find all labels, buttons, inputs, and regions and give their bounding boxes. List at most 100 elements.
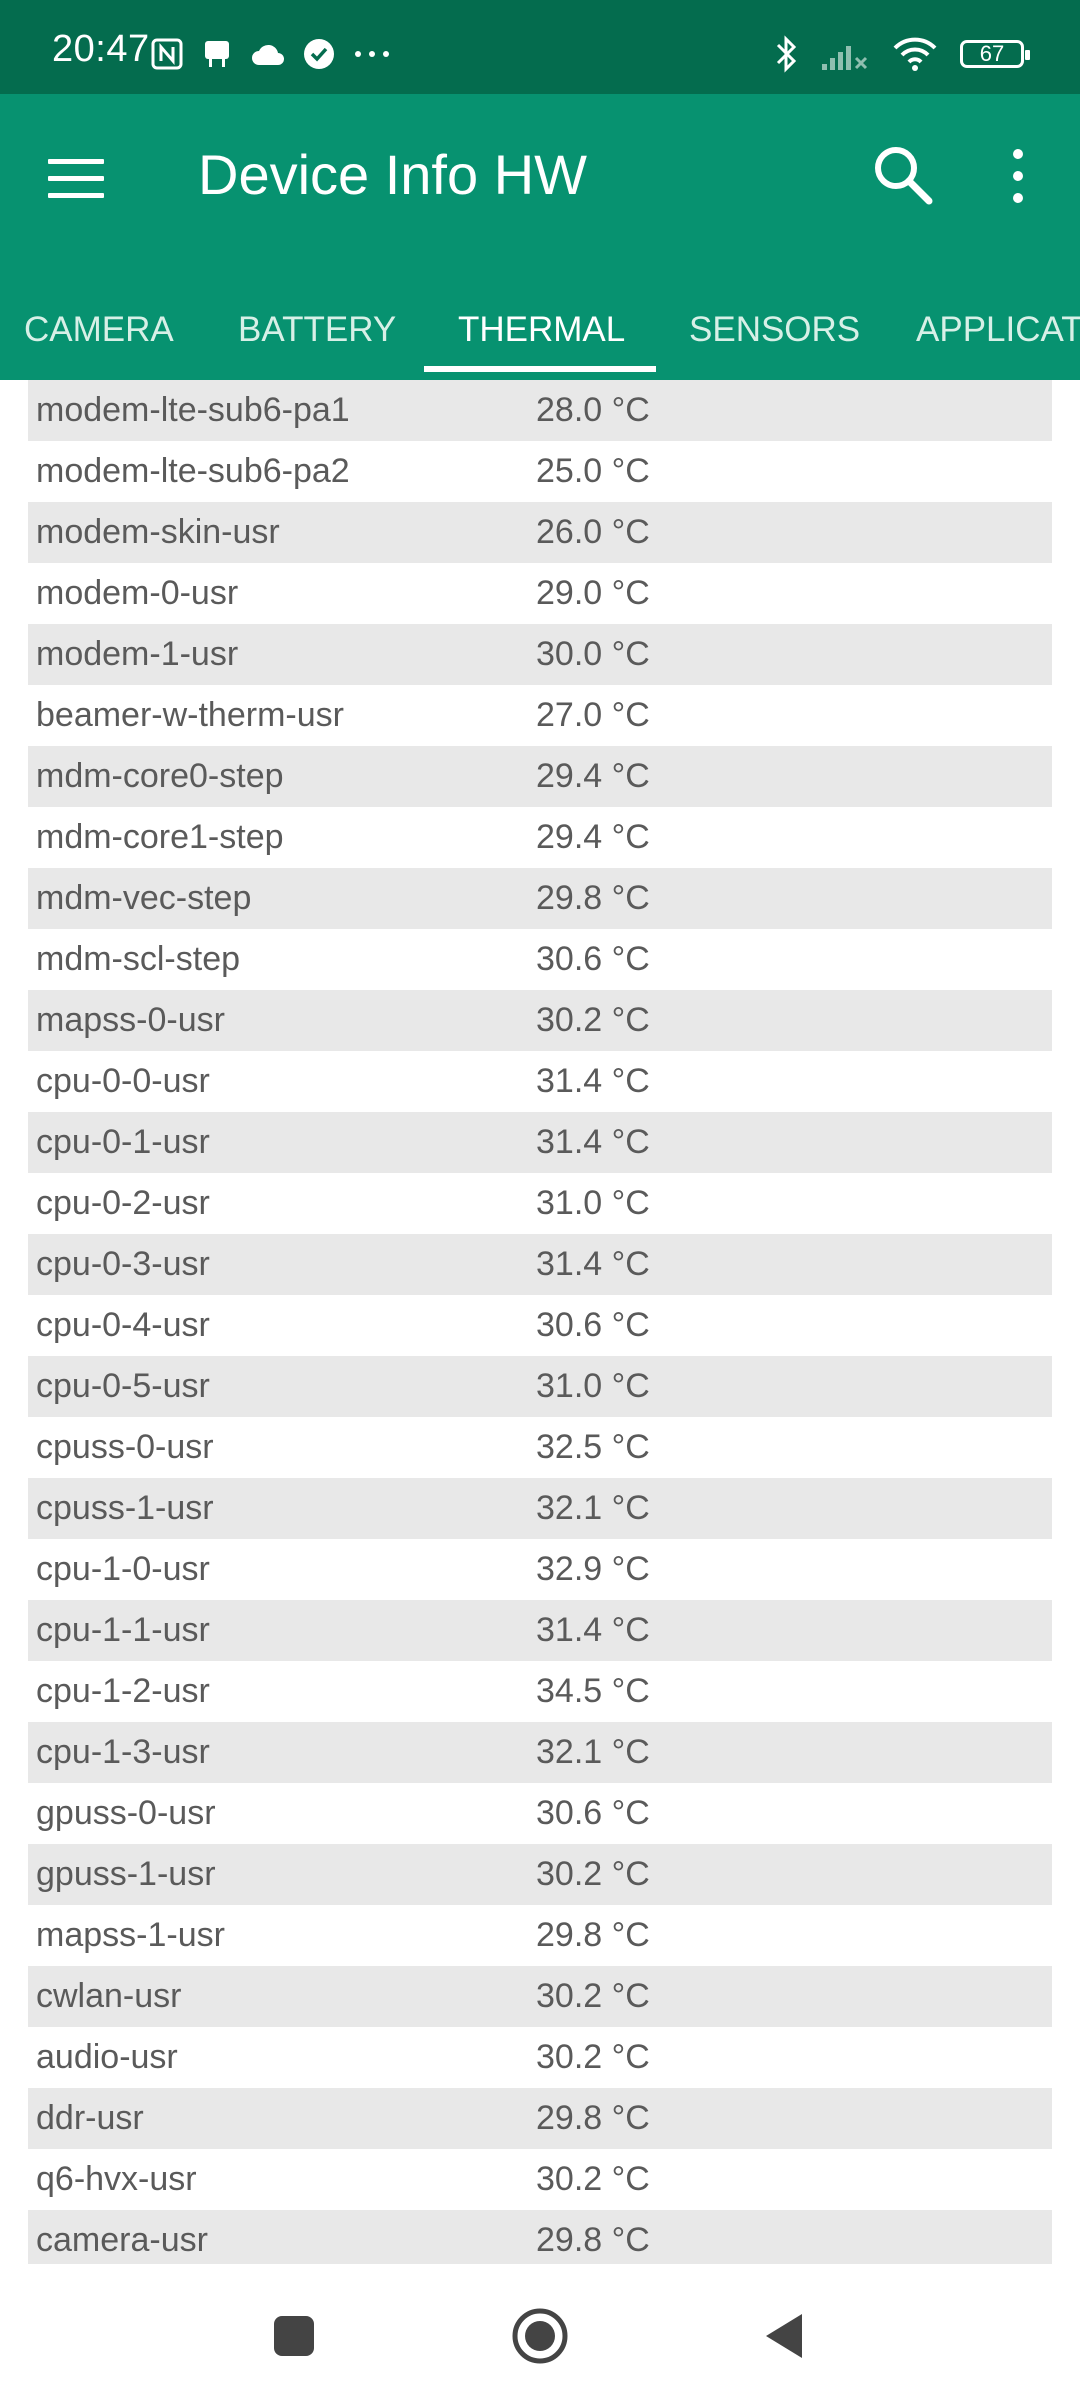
list-item[interactable]: cpu-0-3-usr 31.4 °C <box>28 1234 1052 1295</box>
tab-camera[interactable]: CAMERA <box>24 280 174 380</box>
search-icon[interactable] <box>866 138 938 210</box>
sensor-name: cwlan-usr <box>36 1977 182 2015</box>
list-item[interactable]: cpu-1-1-usr 31.4 °C <box>28 1600 1052 1661</box>
list-item[interactable]: cpu-0-1-usr 31.4 °C <box>28 1112 1052 1173</box>
sensor-temperature: 30.6 °C <box>536 1306 650 1344</box>
list-item[interactable]: cpu-0-5-usr 31.0 °C <box>28 1356 1052 1417</box>
menu-icon-bar <box>48 192 104 198</box>
sensor-name: cpu-1-3-usr <box>36 1733 210 1771</box>
list-item[interactable]: mapss-0-usr 30.2 °C <box>28 990 1052 1051</box>
signal-icon <box>822 46 868 70</box>
list-item[interactable]: mdm-scl-step 30.6 °C <box>28 929 1052 990</box>
list-item[interactable]: mdm-core0-step 29.4 °C <box>28 746 1052 807</box>
tab-applications[interactable]: APPLICAT <box>916 280 1080 380</box>
sensor-temperature: 30.2 °C <box>536 1977 650 2015</box>
sensor-name: cpu-0-3-usr <box>36 1245 210 1283</box>
list-item[interactable]: modem-skin-usr 26.0 °C <box>28 502 1052 563</box>
notification-icon <box>205 41 229 67</box>
sensor-temperature: 32.1 °C <box>536 1733 650 1771</box>
list-item[interactable]: cpu-0-0-usr 31.4 °C <box>28 1051 1052 1112</box>
sensor-temperature: 29.4 °C <box>536 818 650 856</box>
list-item[interactable]: mdm-core1-step 29.4 °C <box>28 807 1052 868</box>
sensor-temperature: 30.2 °C <box>536 2160 650 2198</box>
tab-battery[interactable]: BATTERY <box>238 280 396 380</box>
sensor-temperature: 28.0 °C <box>536 391 650 429</box>
status-notification-icons <box>150 30 408 78</box>
status-system-icons: 67 <box>752 28 1030 80</box>
status-time: 20:47 <box>52 28 150 70</box>
sensor-name: mapss-1-usr <box>36 1916 225 1954</box>
sensor-temperature: 29.8 °C <box>536 2221 650 2259</box>
list-item[interactable]: cpu-0-4-usr 30.6 °C <box>28 1295 1052 1356</box>
sensor-name: gpuss-1-usr <box>36 1855 216 1893</box>
more-dots-icon <box>355 51 389 57</box>
sensor-temperature: 26.0 °C <box>536 513 650 551</box>
list-item[interactable]: gpuss-0-usr 30.6 °C <box>28 1783 1052 1844</box>
list-item[interactable]: cpu-1-2-usr 34.5 °C <box>28 1661 1052 1722</box>
sensor-temperature: 30.2 °C <box>536 1855 650 1893</box>
list-item[interactable]: mdm-vec-step 29.8 °C <box>28 868 1052 929</box>
list-item[interactable]: cpuss-1-usr 32.1 °C <box>28 1478 1052 1539</box>
sensor-name: cpu-0-5-usr <box>36 1367 210 1405</box>
list-item[interactable]: cpu-1-3-usr 32.1 °C <box>28 1722 1052 1783</box>
sensor-name: modem-0-usr <box>36 574 239 612</box>
sensor-name: mdm-scl-step <box>36 940 241 978</box>
sensor-temperature: 31.4 °C <box>536 1245 650 1283</box>
sensor-name: modem-lte-sub6-pa1 <box>36 391 350 429</box>
list-item[interactable]: audio-usr 30.2 °C <box>28 2027 1052 2088</box>
sensor-name: cpuss-1-usr <box>36 1489 214 1527</box>
list-item[interactable]: camera-usr 29.8 °C <box>28 2210 1052 2264</box>
list-item[interactable]: modem-0-usr 29.0 °C <box>28 563 1052 624</box>
sensor-temperature: 30.0 °C <box>536 635 650 673</box>
sensor-name: cpu-1-2-usr <box>36 1672 210 1710</box>
sensor-name: ddr-usr <box>36 2099 144 2137</box>
list-item[interactable]: cpu-0-2-usr 31.0 °C <box>28 1173 1052 1234</box>
recents-icon[interactable] <box>262 2304 326 2368</box>
sensor-name: beamer-w-therm-usr <box>36 696 344 734</box>
status-bar: 20:47 67 <box>0 0 1080 94</box>
battery-icon: 67 <box>960 40 1030 68</box>
sensor-name: audio-usr <box>36 2038 178 2076</box>
tab-sensors[interactable]: SENSORS <box>689 280 860 380</box>
list-item[interactable]: ddr-usr 29.8 °C <box>28 2088 1052 2149</box>
sensor-temperature: 29.8 °C <box>536 879 650 917</box>
list-item[interactable]: q6-hvx-usr 30.2 °C <box>28 2149 1052 2210</box>
home-icon[interactable] <box>508 2304 572 2368</box>
tab-thermal[interactable]: THERMAL <box>458 280 625 380</box>
sensor-name: cpu-0-1-usr <box>36 1123 210 1161</box>
list-item[interactable]: modem-lte-sub6-pa1 28.0 °C <box>28 380 1052 441</box>
menu-button[interactable] <box>48 150 104 206</box>
battery-level: 67 <box>979 41 1005 66</box>
sensor-temperature: 25.0 °C <box>536 452 650 490</box>
menu-icon-bar <box>48 175 104 181</box>
list-item[interactable]: cpuss-0-usr 32.5 °C <box>28 1417 1052 1478</box>
sensor-name: cpu-1-1-usr <box>36 1611 210 1649</box>
list-item[interactable]: mapss-1-usr 29.8 °C <box>28 1905 1052 1966</box>
wifi-icon <box>893 37 937 71</box>
list-item[interactable]: modem-1-usr 30.0 °C <box>28 624 1052 685</box>
list-item[interactable]: gpuss-1-usr 30.2 °C <box>28 1844 1052 1905</box>
more-options-icon[interactable] <box>1000 144 1036 208</box>
sensor-temperature: 31.0 °C <box>536 1367 650 1405</box>
list-item[interactable]: beamer-w-therm-usr 27.0 °C <box>28 685 1052 746</box>
sensor-temperature: 30.2 °C <box>536 2038 650 2076</box>
sensor-temperature: 30.2 °C <box>536 1001 650 1039</box>
sensor-name: gpuss-0-usr <box>36 1794 216 1832</box>
sensor-temperature: 29.4 °C <box>536 757 650 795</box>
nfc-icon <box>151 38 183 70</box>
sensor-temperature: 32.1 °C <box>536 1489 650 1527</box>
sensor-name: mdm-core1-step <box>36 818 284 856</box>
list-item[interactable]: modem-lte-sub6-pa2 25.0 °C <box>28 441 1052 502</box>
sensor-name: camera-usr <box>36 2221 208 2259</box>
sensor-temperature: 29.0 °C <box>536 574 650 612</box>
sensor-name: modem-lte-sub6-pa2 <box>36 452 350 490</box>
sensor-name: cpu-0-4-usr <box>36 1306 210 1344</box>
bluetooth-icon <box>776 35 797 73</box>
thermal-list[interactable]: modem-lte-sub6-pa1 28.0 °C modem-lte-sub6-… <box>28 380 1052 2264</box>
sensor-temperature: 29.8 °C <box>536 2099 650 2137</box>
list-item[interactable]: cpu-1-0-usr 32.9 °C <box>28 1539 1052 1600</box>
sensor-temperature: 32.9 °C <box>536 1550 650 1588</box>
sensor-name: mapss-0-usr <box>36 1001 225 1039</box>
back-icon[interactable] <box>754 2304 818 2368</box>
list-item[interactable]: cwlan-usr 30.2 °C <box>28 1966 1052 2027</box>
